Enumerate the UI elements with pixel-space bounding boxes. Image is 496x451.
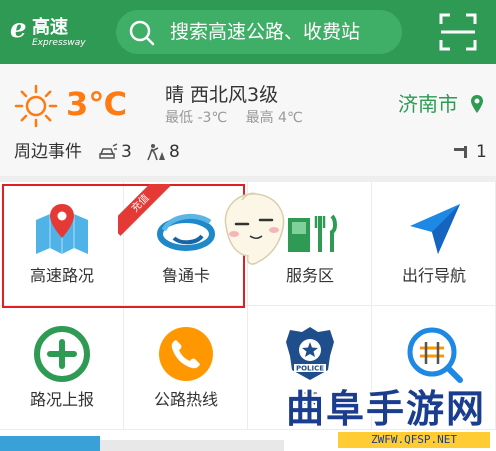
search-bar[interactable]: 搜索高速公路、收费站 — [116, 10, 402, 54]
temperature-high: 最高 4℃ — [245, 110, 303, 126]
weather-panel[interactable]: 3℃ 晴 西北风3级 最低 -3℃ 最高 4℃ 济南市 周边事件 3 8 1 — [0, 64, 496, 182]
location-pin-icon — [471, 95, 483, 113]
city-name[interactable]: 济南市 — [398, 92, 458, 116]
car-accident-icon — [99, 143, 118, 159]
watermark-title: 曲阜手游网 — [286, 387, 487, 431]
grid-item-hotline[interactable]: 公路热线 — [124, 306, 248, 430]
temperature-low: 最低 -3℃ — [165, 110, 228, 126]
logo-letter: e — [10, 14, 27, 44]
temperature: 3℃ — [66, 85, 128, 123]
police-badge-text: POLICE — [296, 365, 324, 373]
road-search-icon — [407, 327, 463, 383]
sun-icon — [14, 84, 58, 128]
accident-count: 3 — [121, 142, 132, 162]
logo-title: 高速 — [32, 17, 68, 38]
report-plus-icon — [34, 326, 90, 382]
bottom-strip-accent — [0, 436, 100, 451]
top-bar: e 高速 Expressway 搜索高速公路、收费站 — [0, 0, 496, 64]
search-icon — [129, 20, 155, 46]
phone-icon — [159, 327, 213, 381]
watermark-url: ZWFW.QFSP.NET — [338, 432, 490, 448]
search-placeholder: 搜索高速公路、收费站 — [170, 21, 361, 43]
app-screen: e 高速 Expressway 搜索高速公路、收费站 3℃ 晴 西北风3级 最低… — [0, 0, 496, 451]
grid-item-report[interactable]: 路况上报 — [0, 306, 124, 430]
recharge-badge: 充值 — [118, 184, 170, 236]
nearby-events-label[interactable]: 周边事件 — [14, 142, 82, 162]
right-count: 1 — [476, 142, 487, 162]
signal-icon — [454, 146, 467, 158]
mascot-illustration — [224, 192, 285, 265]
logo-subtitle: Expressway — [32, 38, 86, 48]
scan-icon[interactable] — [438, 12, 478, 52]
police-badge-icon: POLICE — [286, 327, 334, 380]
navigation-arrow-icon — [410, 204, 460, 254]
app-logo: e 高速 Expressway — [10, 16, 100, 50]
construction-count: 8 — [169, 142, 180, 162]
grid-item-label: 公路热线 — [153, 390, 218, 409]
temperature-range: 最低 -3℃ 最高 4℃ — [165, 110, 317, 126]
site-watermark: 曲阜手游网 ZWFW.QFSP.NET — [282, 388, 496, 451]
grid-item-label: 出行导航 — [401, 266, 466, 285]
recharge-ribbon: 充值 — [118, 184, 170, 236]
weather-condition: 晴 西北风3级 — [165, 84, 279, 106]
grid-item-navigation[interactable]: 出行导航 — [372, 182, 496, 306]
construction-icon — [147, 144, 165, 161]
grid-item-label: 路况上报 — [29, 390, 94, 409]
